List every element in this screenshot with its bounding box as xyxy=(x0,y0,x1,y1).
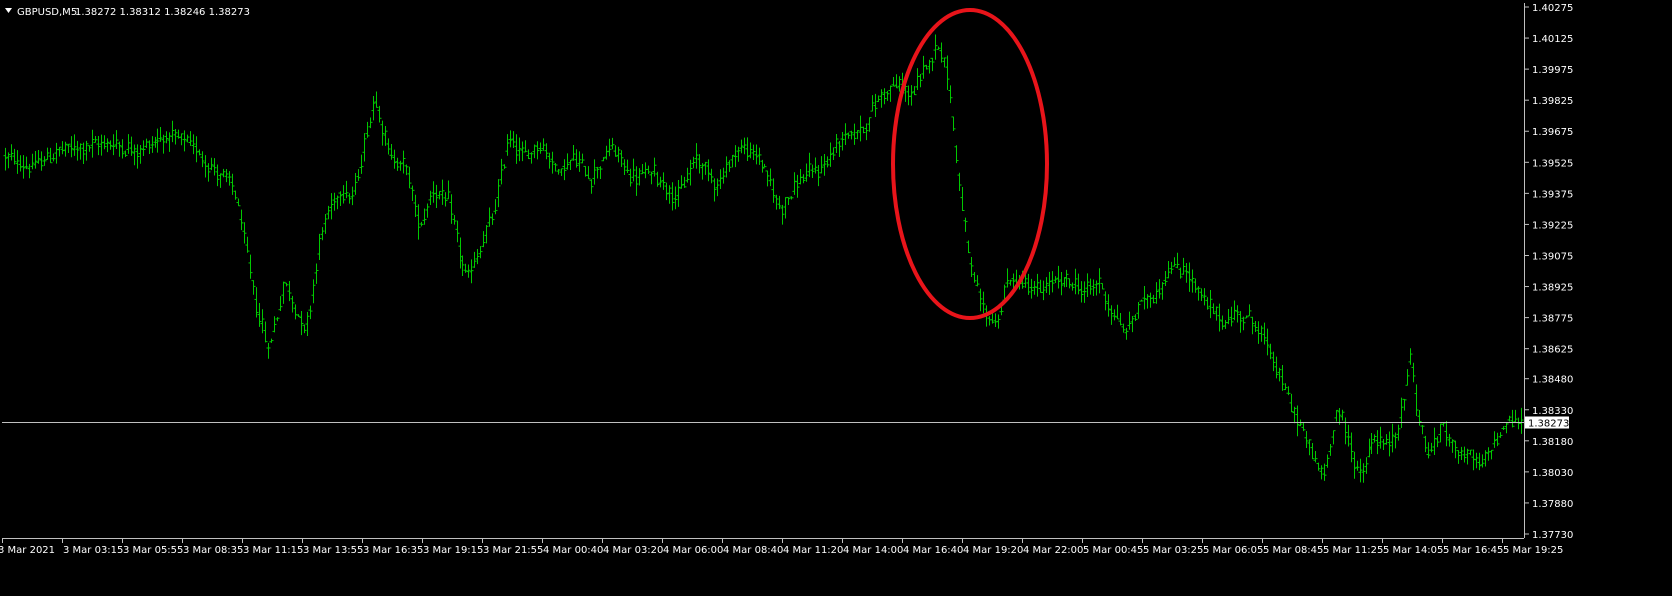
time-tick-label: 4 Mar 06:00 xyxy=(663,545,723,556)
time-tick-label: 3 Mar 19:15 xyxy=(423,545,483,556)
time-tick-label: 4 Mar 14:00 xyxy=(843,545,903,556)
price-tick-label: 1.39525 xyxy=(1532,158,1573,169)
time-tick-label: 5 Mar 14:05 xyxy=(1383,545,1443,556)
price-tick-label: 1.39825 xyxy=(1532,96,1573,107)
current-price-tag-label: 1.38273 xyxy=(1528,419,1569,430)
time-tick-label: 5 Mar 19:25 xyxy=(1503,545,1563,556)
price-tick-label: 1.38180 xyxy=(1532,437,1573,448)
time-tick-label: 5 Mar 00:45 xyxy=(1083,545,1143,556)
price-tick-label: 1.38925 xyxy=(1532,283,1573,294)
time-tick-label: 3 Mar 08:35 xyxy=(183,545,243,556)
price-tick-label: 1.39375 xyxy=(1532,189,1573,200)
price-tick-label: 1.38330 xyxy=(1532,406,1573,417)
symbol-label: GBPUSD,M5 xyxy=(17,7,77,18)
time-tick-label: 4 Mar 08:40 xyxy=(723,545,783,556)
time-tick-label: 3 Mar 2021 xyxy=(0,545,55,556)
chart-background xyxy=(0,0,1672,596)
time-tick-label: 3 Mar 03:15 xyxy=(63,545,123,556)
time-tick-label: 3 Mar 11:15 xyxy=(243,545,303,556)
price-tick-label: 1.40275 xyxy=(1532,3,1573,14)
price-tick-label: 1.39075 xyxy=(1532,251,1573,262)
time-tick-label: 4 Mar 00:40 xyxy=(543,545,603,556)
price-tick-label: 1.40125 xyxy=(1532,34,1573,45)
time-tick-label: 3 Mar 13:55 xyxy=(303,545,363,556)
time-tick-label: 3 Mar 16:35 xyxy=(363,545,423,556)
time-tick-label: 3 Mar 21:55 xyxy=(483,545,543,556)
price-tick-label: 1.39225 xyxy=(1532,220,1573,231)
time-tick-label: 5 Mar 16:45 xyxy=(1443,545,1503,556)
price-tick-label: 1.37730 xyxy=(1532,530,1573,541)
price-tick-label: 1.38480 xyxy=(1532,375,1573,386)
time-tick-label: 4 Mar 16:40 xyxy=(903,545,963,556)
price-tick-label: 1.38625 xyxy=(1532,345,1573,356)
time-tick-label: 5 Mar 11:25 xyxy=(1323,545,1383,556)
price-tick-label: 1.39975 xyxy=(1532,65,1573,76)
time-tick-label: 4 Mar 22:00 xyxy=(1023,545,1083,556)
ohlc-values: 1.38272 1.38312 1.38246 1.38273 xyxy=(75,7,250,18)
time-tick-label: 5 Mar 08:45 xyxy=(1263,545,1323,556)
time-tick-label: 5 Mar 06:05 xyxy=(1203,545,1263,556)
price-tick-label: 1.37880 xyxy=(1532,499,1573,510)
time-tick-label: 4 Mar 03:20 xyxy=(603,545,663,556)
price-chart[interactable]: 1.40275 1.40125 1.39975 1.39825 1.39675 1.395… xyxy=(0,0,1672,596)
time-tick-label: 4 Mar 11:20 xyxy=(783,545,843,556)
price-tick-label: 1.38775 xyxy=(1532,314,1573,325)
symbol-info: GBPUSD,M5 1.38272 1.38312 1.38246 1.3827… xyxy=(5,7,250,18)
price-tick-label: 1.39675 xyxy=(1532,127,1573,138)
time-tick-label: 4 Mar 19:20 xyxy=(963,545,1023,556)
time-tick-label: 3 Mar 05:55 xyxy=(123,545,183,556)
chart-window[interactable]: 1.40275 1.40125 1.39975 1.39825 1.39675 1.395… xyxy=(0,0,1672,596)
time-tick-label: 5 Mar 03:25 xyxy=(1143,545,1203,556)
price-tick-label: 1.38030 xyxy=(1532,468,1573,479)
